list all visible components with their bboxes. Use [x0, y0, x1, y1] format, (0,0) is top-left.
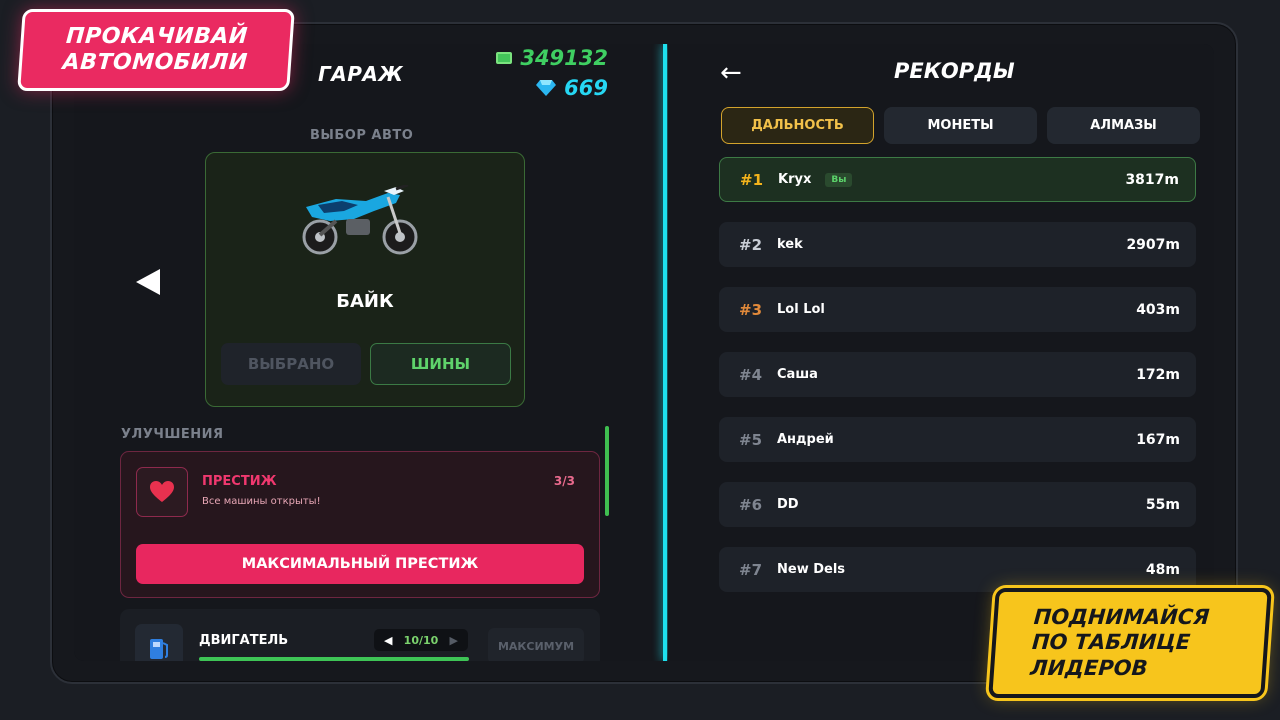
heart-icon — [136, 467, 188, 517]
prestige-count: 3/3 — [553, 474, 575, 488]
engine-upgrade-card: ДВИГАТЕЛЬ ◀ 10/10 ▶ МАКСИМУМ — [120, 609, 600, 661]
rank: #4 — [739, 365, 763, 384]
engine-title: ДВИГАТЕЛЬ — [199, 633, 289, 648]
distance: 48m — [1145, 561, 1180, 578]
rank: #3 — [739, 300, 763, 319]
leaderboard-row: #3 Lol Lol 403m — [719, 287, 1196, 332]
player-name: DD — [777, 497, 799, 512]
selected-button[interactable]: ВЫБРАНО — [221, 343, 361, 385]
promo-bottom-line3: ЛИДЕРОВ — [1029, 655, 1149, 680]
panel-divider — [663, 44, 667, 661]
player-name: Kryx — [778, 172, 812, 187]
engine-progress-fill — [199, 657, 469, 661]
distance: 172m — [1136, 366, 1180, 383]
currency-display: 349132 669 — [496, 46, 608, 100]
promo-banner-upgrade: ПРОКАЧИВАЙ АВТОМОБИЛИ — [17, 9, 295, 91]
distance: 167m — [1136, 431, 1180, 448]
leaderboard-row: #6 DD 55m — [719, 482, 1196, 527]
rank: #6 — [739, 495, 763, 514]
player-name: Саша — [777, 367, 818, 382]
engine-max-button[interactable]: МАКСИМУМ — [488, 628, 584, 661]
gem-value: 669 — [564, 76, 608, 100]
level-prev-icon[interactable]: ◀ — [384, 634, 392, 647]
player-name: kek — [777, 237, 803, 252]
player-name: Андрей — [777, 432, 834, 447]
vehicle-card: БАЙК ВЫБРАНО ШИНЫ — [205, 152, 525, 407]
upgrades-label: УЛУЧШЕНИЯ — [121, 427, 224, 442]
engine-progress-bar — [199, 657, 469, 661]
tab-diamonds[interactable]: АЛМАЗЫ — [1047, 107, 1200, 144]
garage-title: ГАРАЖ — [318, 62, 404, 86]
vehicle-name: БАЙК — [336, 291, 394, 312]
promo-top-line1: ПРОКАЧИВАЙ — [65, 23, 249, 49]
records-title: РЕКОРДЫ — [894, 59, 1015, 83]
rank: #5 — [739, 430, 763, 449]
leaderboard-row: #7 New Dels 48m — [719, 547, 1196, 592]
gem-counter: 669 — [496, 76, 608, 100]
promo-bottom-line2: ПО ТАБЛИЦЕ — [1031, 630, 1192, 655]
player-name: Lol Lol — [777, 302, 825, 317]
distance: 403m — [1136, 301, 1180, 318]
back-arrow-icon[interactable]: ← — [720, 58, 742, 88]
distance: 2907m — [1126, 236, 1180, 253]
promo-top-line2: АВТОМОБИЛИ — [61, 50, 249, 75]
cash-value: 349132 — [520, 46, 608, 70]
max-prestige-button[interactable]: МАКСИМАЛЬНЫЙ ПРЕСТИЖ — [136, 544, 584, 584]
player-name: New Dels — [777, 562, 846, 577]
dirt-bike-image — [296, 183, 424, 261]
tires-button[interactable]: ШИНЫ — [370, 343, 511, 385]
distance: 3817m — [1125, 171, 1179, 188]
vehicle-select-label: ВЫБОР АВТО — [310, 128, 414, 143]
leaderboard-row: #5 Андрей 167m — [719, 417, 1196, 462]
prestige-card: ПРЕСТИЖ 3/3 Все машины открыты! МАКСИМАЛ… — [120, 451, 600, 598]
rank: #7 — [739, 560, 763, 579]
tab-distance[interactable]: ДАЛЬНОСТЬ — [721, 107, 874, 144]
leaderboard-row: #1 Kryx Вы 3817m — [719, 157, 1196, 202]
cash-counter: 349132 — [496, 46, 608, 70]
prestige-description: Все машины открыты! — [202, 496, 321, 507]
prestige-title: ПРЕСТИЖ — [202, 474, 277, 489]
cash-icon — [496, 52, 513, 64]
garage-panel: ГАРАЖ 349132 669 ВЫБОР АВТО БАЙК ВЫБРАНО… — [74, 44, 662, 661]
records-tabs: ДАЛЬНОСТЬ МОНЕТЫ АЛМАЗЫ — [721, 107, 1200, 144]
upgrades-scrollbar[interactable] — [605, 426, 609, 516]
fuel-pump-icon — [135, 624, 183, 661]
promo-banner-leaderboard: ПОДНИМАЙСЯ ПО ТАБЛИЦЕ ЛИДЕРОВ — [988, 588, 1272, 698]
leaderboard-row: #2 kek 2907m — [719, 222, 1196, 267]
engine-level-selector: ◀ 10/10 ▶ — [374, 629, 468, 651]
rank: #1 — [740, 170, 764, 189]
tab-coins[interactable]: МОНЕТЫ — [884, 107, 1037, 144]
you-badge: Вы — [825, 172, 853, 187]
diamond-icon — [536, 80, 557, 96]
records-panel: ← РЕКОРДЫ ДАЛЬНОСТЬ МОНЕТЫ АЛМАЗЫ #1 Kry… — [668, 44, 1214, 661]
distance: 55m — [1145, 496, 1180, 513]
leaderboard-list: #1 Kryx Вы 3817m #2 kek 2907m #3 Lol Lol… — [719, 157, 1196, 612]
rank: #2 — [739, 235, 763, 254]
promo-bottom-line1: ПОДНИМАЙСЯ — [1032, 605, 1211, 630]
game-screen: ГАРАЖ 349132 669 ВЫБОР АВТО БАЙК ВЫБРАНО… — [74, 44, 1214, 661]
prev-vehicle-arrow-icon[interactable] — [136, 269, 160, 295]
engine-level: 10/10 — [403, 633, 439, 647]
level-next-icon[interactable]: ▶ — [450, 634, 458, 647]
leaderboard-row: #4 Саша 172m — [719, 352, 1196, 397]
